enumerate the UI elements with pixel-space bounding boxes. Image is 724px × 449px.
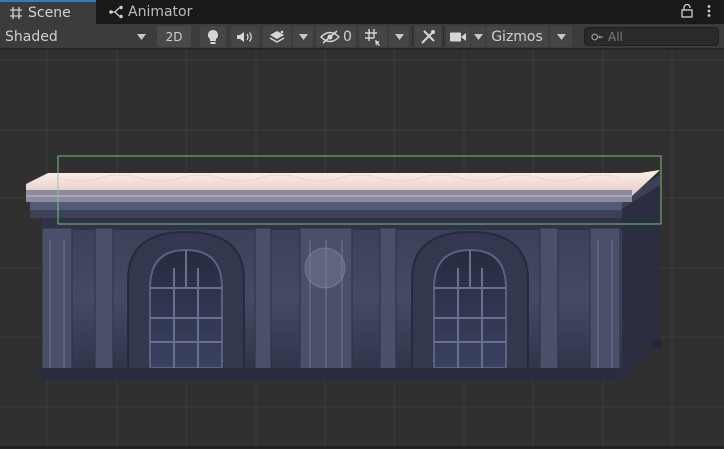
- layers-effects-icon: [269, 30, 285, 43]
- hidden-eye-icon: [320, 29, 341, 44]
- window-controls: [680, 3, 716, 19]
- lock-icon[interactable]: [680, 3, 694, 19]
- scene-camera-button[interactable]: [446, 26, 470, 47]
- tools-icon: [421, 29, 435, 44]
- shading-mode-dropdown[interactable]: Shaded: [0, 26, 152, 47]
- hidden-objects-count: 0: [343, 28, 352, 45]
- editor-tab-strip: Scene Animator: [0, 0, 724, 24]
- grid-hash-icon: [10, 7, 22, 19]
- speaker-icon: [237, 31, 252, 42]
- toolbar-separator: [412, 27, 413, 46]
- scene-visibility-toggle[interactable]: 0: [316, 26, 356, 47]
- scene-effects-toggle[interactable]: [263, 26, 291, 47]
- animator-branch-icon: [109, 5, 123, 19]
- tab-animator[interactable]: Animator: [104, 0, 192, 24]
- grid-snapping-dropdown[interactable]: [389, 26, 409, 47]
- grid-snap-icon: [365, 28, 380, 46]
- pivot-handle: [304, 247, 346, 289]
- gizmos-label: Gizmos: [491, 28, 543, 45]
- scene-lighting-toggle[interactable]: [200, 26, 226, 47]
- 2d-mode-button[interactable]: 2D: [157, 26, 191, 47]
- scene-viewport[interactable]: [0, 50, 724, 449]
- scene-toolbar: Shaded 2D 0 Gizmos All: [0, 24, 724, 49]
- scene-audio-toggle[interactable]: [231, 26, 259, 47]
- gizmos-dropdown[interactable]: [550, 26, 572, 47]
- scene-search-field[interactable]: [584, 27, 719, 46]
- dropdown-arrow-icon: [298, 33, 308, 40]
- dropdown-arrow-icon: [394, 33, 404, 40]
- tab-scene-label: Scene: [28, 5, 71, 21]
- dropdown-arrow-icon: [473, 33, 483, 40]
- search-input[interactable]: [608, 29, 718, 44]
- scene-camera-dropdown[interactable]: [471, 26, 485, 47]
- dropdown-arrow-icon: [556, 33, 566, 40]
- dropdown-arrow-icon: [137, 33, 146, 40]
- kebab-menu-icon[interactable]: [702, 3, 716, 19]
- scene-canvas: [0, 50, 724, 449]
- search-icon: [591, 33, 604, 40]
- toolbar-separator: [443, 27, 444, 46]
- tab-animator-label: Animator: [128, 4, 193, 20]
- 2d-mode-label: 2D: [165, 29, 183, 44]
- gizmos-button[interactable]: Gizmos: [486, 26, 548, 47]
- component-tools-button[interactable]: [415, 26, 441, 47]
- scene-effects-dropdown[interactable]: [293, 26, 313, 47]
- lightbulb-icon: [208, 29, 218, 44]
- camera-icon: [450, 32, 466, 41]
- grid-snapping-toggle[interactable]: [359, 26, 387, 47]
- shading-mode-label: Shaded: [5, 28, 58, 45]
- tab-scene[interactable]: Scene: [0, 0, 96, 24]
